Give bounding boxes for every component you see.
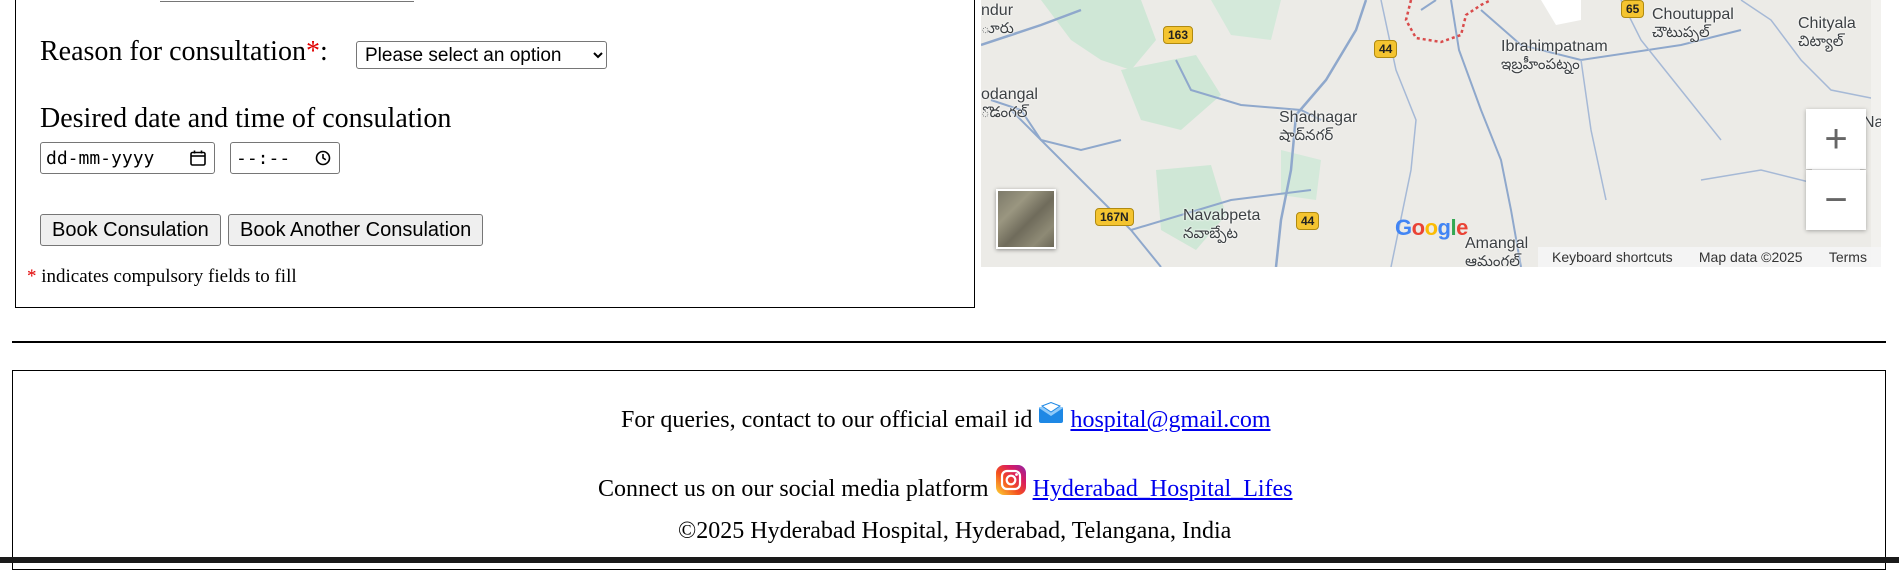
window-bottom-edge — [0, 557, 1899, 563]
zoom-in-button[interactable]: + — [1806, 109, 1866, 169]
clock-icon[interactable] — [315, 150, 331, 166]
reason-label-text: Reason for consultation — [40, 36, 306, 67]
section-divider — [12, 341, 1886, 343]
reason-select[interactable]: Please select an option — [356, 41, 607, 69]
previous-input-field[interactable] — [160, 0, 414, 2]
instagram-icon — [995, 464, 1027, 503]
envelope-icon — [1038, 401, 1064, 431]
terms-link[interactable]: Terms — [1829, 249, 1867, 265]
map-label-navabpeta: Navabpeta నవాబ్పేట — [1183, 207, 1261, 242]
compulsory-note: * indicates compulsory fields to fill — [27, 266, 297, 288]
note-text: indicates compulsory fields to fill — [41, 266, 297, 287]
note-required-marker: * — [27, 266, 37, 287]
date-input[interactable]: dd-mm-yyyy — [40, 142, 215, 174]
copyright-text: ©2025 Hyderabad Hospital, Hyderabad, Tel… — [678, 518, 1232, 544]
book-consultation-button[interactable]: Book Consulation — [40, 214, 221, 246]
google-logo: Google — [1395, 215, 1468, 240]
social-prefix: Connect us on our social media platform — [598, 476, 989, 502]
footer-email-line: For queries, contact to our official ema… — [621, 401, 1271, 434]
highway-shield-65: 65 — [1621, 0, 1645, 18]
map-data-text: Map data ©2025 — [1698, 249, 1803, 265]
date-placeholder: dd-mm-yyyy — [46, 147, 155, 169]
datetime-label: Desired date and time of consulation — [40, 103, 452, 134]
reason-label: Reason for consultation*: — [40, 36, 328, 68]
map-label-ndur: ndurూరు — [981, 2, 1014, 37]
zoom-out-button[interactable]: − — [1806, 170, 1866, 230]
instagram-link[interactable]: Hyderabad_Hospital_Lifes — [1033, 476, 1293, 502]
email-link[interactable]: hospital@gmail.com — [1070, 407, 1270, 433]
calendar-icon[interactable] — [190, 150, 206, 166]
map-label-ibrahimpatnam: Ibrahimpatnam ఇబ్రహీంపట్నం — [1501, 38, 1608, 73]
footer-social-line: Connect us on our social media platform … — [598, 464, 1293, 503]
time-input[interactable]: --:-- — [230, 142, 340, 174]
book-another-consultation-button[interactable]: Book Another Consulation — [228, 214, 484, 246]
reason-colon: : — [319, 36, 328, 67]
satellite-view-toggle[interactable] — [996, 189, 1056, 249]
keyboard-shortcuts-link[interactable]: Keyboard shortcuts — [1552, 249, 1673, 265]
map-attribution-bar: Keyboard shortcuts Map data ©2025 Terms — [1538, 247, 1881, 267]
time-placeholder: --:-- — [236, 147, 291, 169]
map-label-chityala: Chityala చిట్యాల్ — [1798, 15, 1856, 50]
highway-shield-163: 163 — [1163, 26, 1194, 44]
map-label-kodangal: odangalొడంగల్ — [981, 86, 1038, 121]
email-prefix: For queries, contact to our official ema… — [621, 407, 1033, 433]
map-label-amangal: Amangal ఆమంగల్ — [1465, 235, 1529, 267]
highway-shield-44: 44 — [1374, 40, 1398, 58]
map-label-shadnagar: Shadnagar షాద్‌నగర్ — [1279, 109, 1358, 144]
highway-shield-44-south: 44 — [1296, 212, 1320, 230]
highway-shield-167n: 167N — [1095, 208, 1134, 226]
map-label-choutuppal: Choutuppal చౌటుప్పల్ — [1652, 6, 1734, 41]
required-marker: * — [305, 36, 320, 67]
